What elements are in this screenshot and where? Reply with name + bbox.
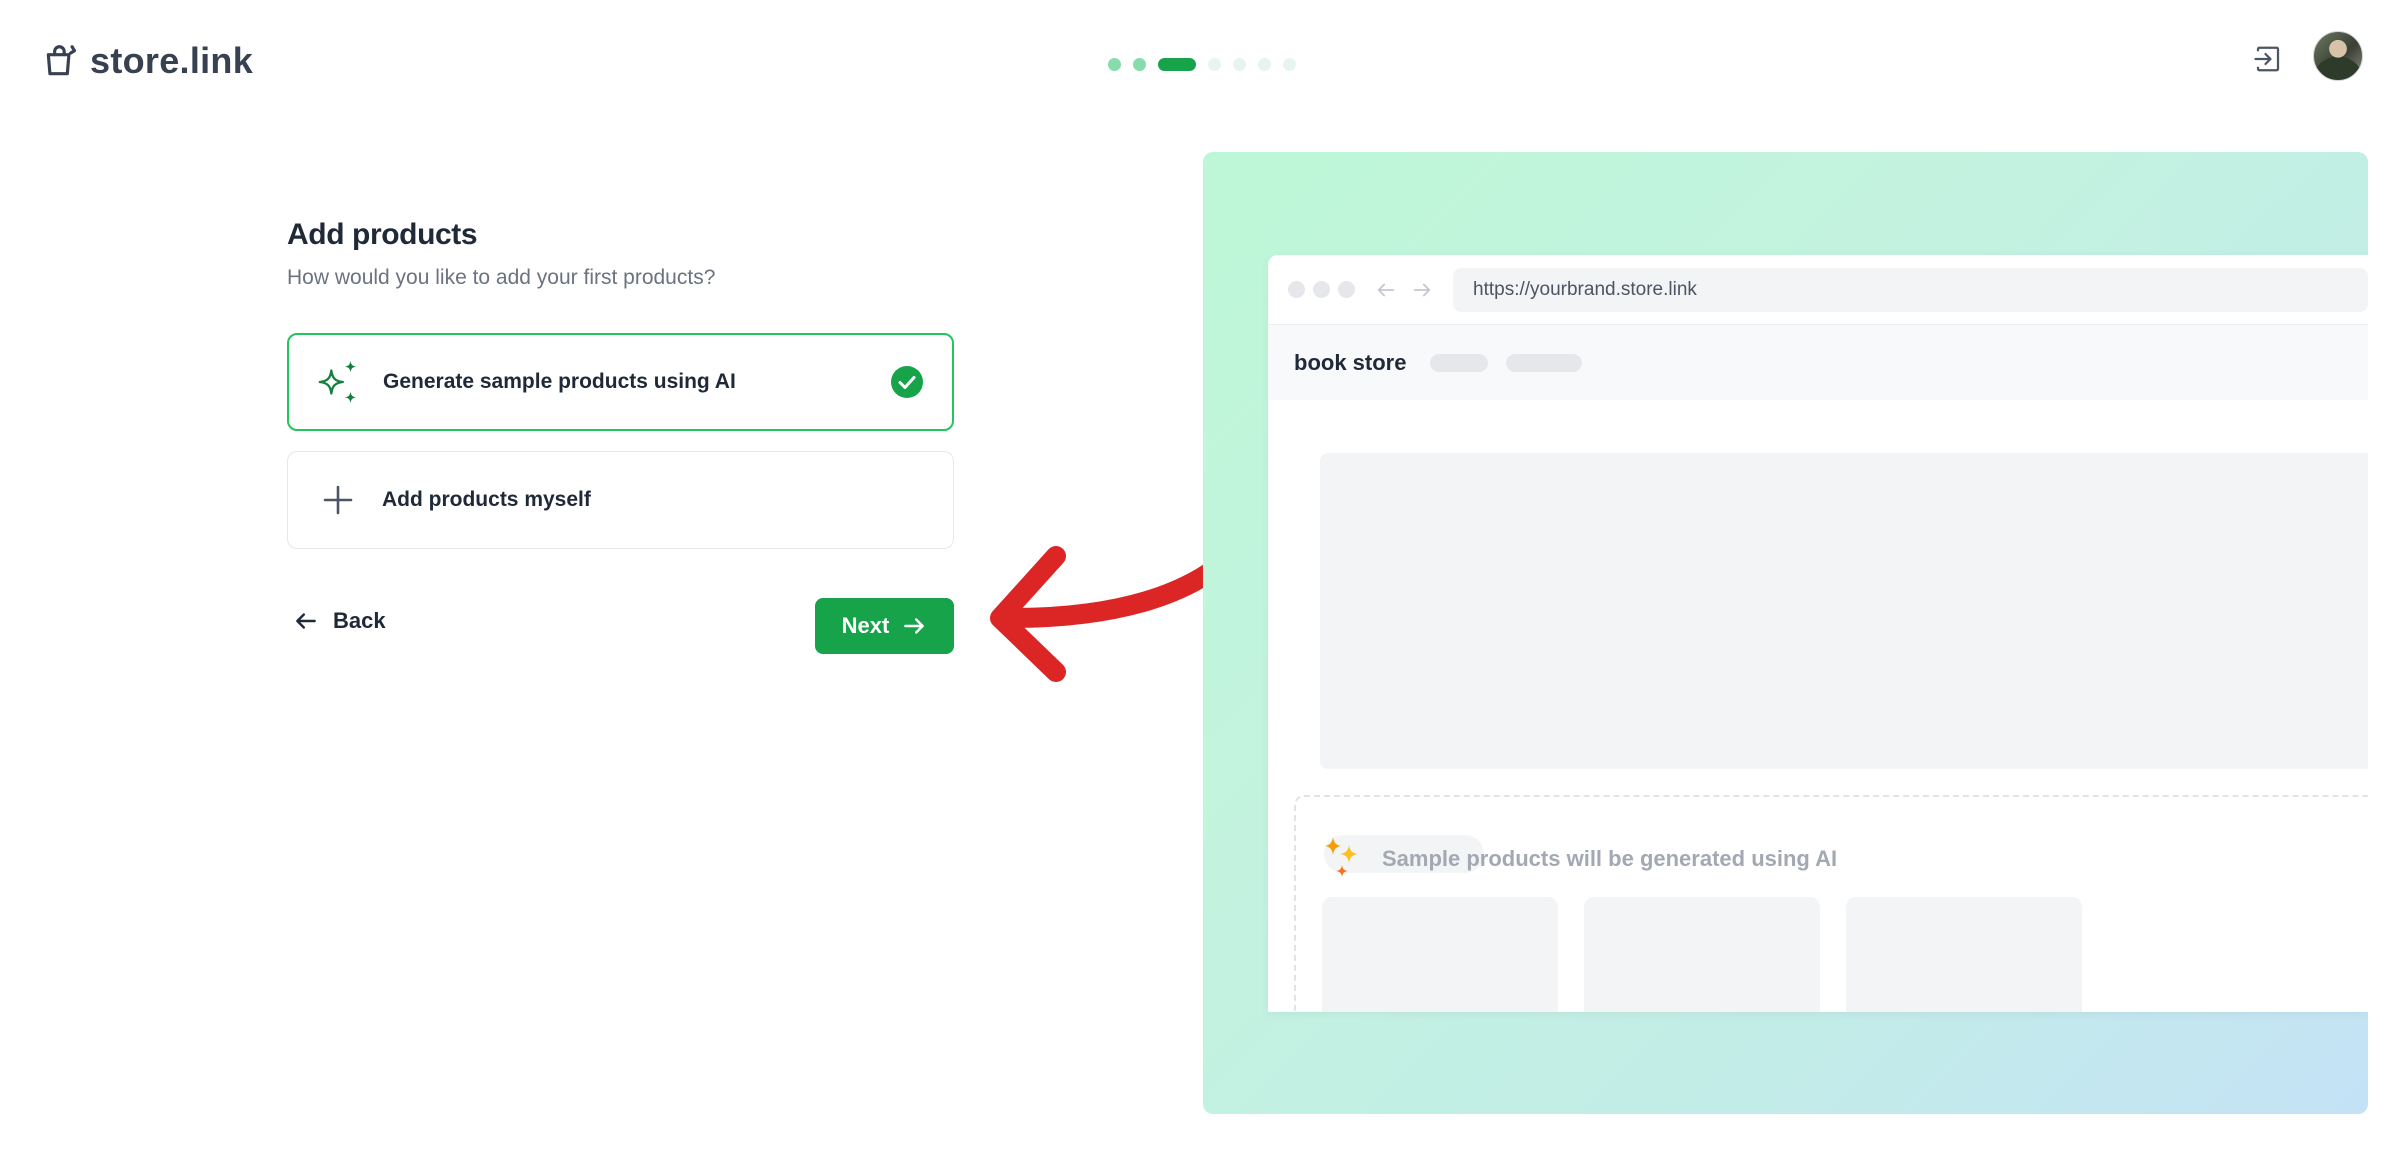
ai-message: Sample products will be generated using … — [1382, 846, 1838, 871]
step-dot — [1108, 58, 1121, 71]
store-preview-panel: https://yourbrand.store.link book store … — [1203, 152, 2368, 1114]
page-subtitle: How would you like to add your first pro… — [287, 266, 716, 289]
product-card-placeholder — [1846, 897, 2082, 1012]
option-add-myself[interactable]: Add products myself — [287, 451, 954, 549]
back-label: Back — [333, 608, 386, 633]
user-avatar[interactable] — [2313, 31, 2363, 81]
nav-placeholder — [1430, 353, 1489, 372]
progress-stepper — [1108, 58, 1296, 71]
store-name: book store — [1294, 349, 1407, 375]
logout-button[interactable] — [2249, 40, 2287, 78]
nav-placeholder — [1506, 353, 1583, 372]
page-title: Add products — [287, 218, 478, 251]
step-dot — [1258, 58, 1271, 71]
option-label: Add products myself — [382, 488, 591, 511]
logo-text: store.link — [90, 40, 254, 81]
ai-note: Sample products will be generated using … — [1324, 835, 1837, 883]
url-bar: https://yourbrand.store.link — [1453, 267, 2368, 312]
store-nav: book store — [1268, 325, 2368, 400]
option-generate-ai[interactable]: Generate sample products using AI — [287, 333, 954, 431]
window-dot — [1288, 281, 1305, 298]
arrow-left-icon — [296, 613, 316, 629]
sparkles-icon — [1325, 837, 1358, 877]
step-dot — [1233, 58, 1246, 71]
arrow-right-icon — [904, 618, 925, 634]
hero-placeholder — [1320, 453, 2368, 769]
sparkles-icon — [315, 358, 363, 406]
option-label: Generate sample products using AI — [383, 370, 736, 393]
logo[interactable]: store.link — [42, 40, 253, 82]
forward-arrow-icon — [1409, 277, 1435, 303]
back-arrow-icon — [1373, 277, 1399, 303]
step-dot-current — [1158, 58, 1196, 71]
step-dot — [1208, 58, 1221, 71]
next-button[interactable]: Next — [815, 598, 954, 654]
back-button[interactable]: Back — [293, 608, 386, 634]
step-dot — [1283, 58, 1296, 71]
check-circle-icon — [891, 366, 923, 398]
next-label: Next — [841, 613, 890, 638]
shopping-bag-icon — [46, 45, 77, 76]
browser-mockup: https://yourbrand.store.link book store … — [1268, 255, 2368, 1012]
product-card-placeholder — [1322, 897, 1558, 1012]
window-dot — [1338, 281, 1355, 298]
window-dot — [1313, 281, 1330, 298]
logout-icon — [2254, 46, 2280, 72]
plus-icon — [314, 476, 362, 524]
step-dot — [1133, 58, 1146, 71]
ai-products-section: Sample products will be generated using … — [1294, 795, 2368, 1012]
browser-toolbar: https://yourbrand.store.link — [1268, 255, 2368, 325]
product-card-placeholder — [1584, 897, 1820, 1012]
onboarding-page: store.link Add products How would you li… — [0, 0, 2400, 1149]
